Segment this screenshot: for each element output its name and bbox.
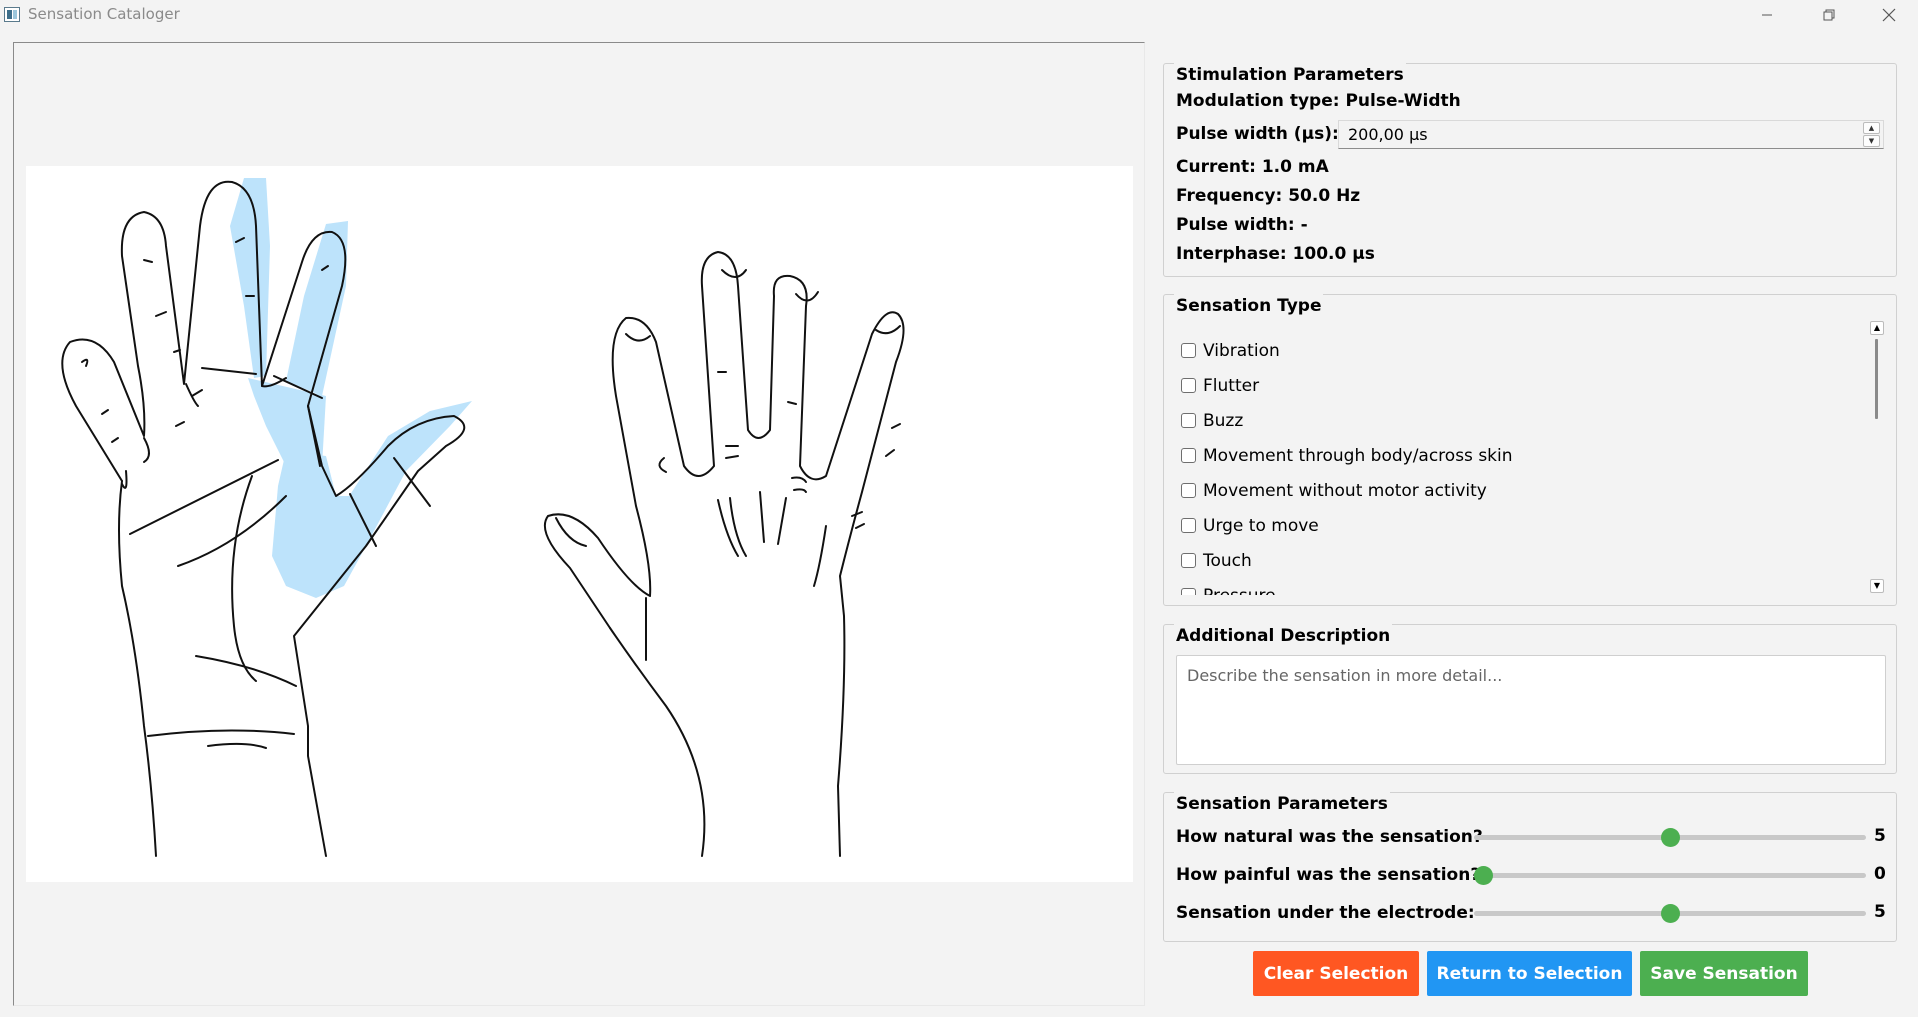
- pulse-width-spinbox[interactable]: 200,00 μs ▲ ▼: [1338, 120, 1884, 149]
- painful-slider[interactable]: [1474, 865, 1866, 885]
- save-sensation-button[interactable]: Save Sensation: [1640, 951, 1808, 996]
- spin-down-arrow-icon[interactable]: ▼: [1863, 135, 1880, 147]
- natural-slider-label: How natural was the sensation?: [1176, 827, 1483, 847]
- electrode-slider-label: Sensation under the electrode:: [1176, 903, 1475, 923]
- sensation-parameters-title: Sensation Parameters: [1174, 792, 1390, 816]
- minimize-icon: [1762, 14, 1772, 16]
- window-title: Sensation Cataloger: [28, 5, 180, 23]
- scroll-up-arrow-icon[interactable]: ▲: [1870, 321, 1884, 335]
- checkbox-box[interactable]: [1181, 518, 1196, 533]
- checkbox-flutter[interactable]: Flutter: [1178, 368, 1858, 403]
- painful-slider-label: How painful was the sensation?: [1176, 865, 1481, 885]
- checkbox-label[interactable]: Touch: [1203, 551, 1252, 571]
- pulse-width-value[interactable]: 200,00 μs: [1348, 125, 1428, 144]
- checkbox-buzz[interactable]: Buzz: [1178, 403, 1858, 438]
- checkbox-box[interactable]: [1181, 588, 1196, 595]
- slider-handle[interactable]: [1661, 904, 1680, 923]
- sensation-type-list: Vibration Flutter Buzz Movement through …: [1178, 333, 1858, 595]
- modulation-type-label: Modulation type: Pulse-Width: [1176, 91, 1461, 111]
- title-bar: Sensation Cataloger: [0, 0, 1918, 30]
- app-icon: [4, 7, 20, 22]
- pulse-width-label: Pulse width (μs):: [1176, 124, 1339, 144]
- pulse-width-readout: Pulse width: -: [1176, 215, 1308, 235]
- checkbox-box[interactable]: [1181, 448, 1196, 463]
- checkbox-movement-without-motor[interactable]: Movement without motor activity: [1178, 473, 1858, 508]
- scroll-down-arrow-icon[interactable]: ▼: [1870, 579, 1884, 593]
- checkbox-box[interactable]: [1181, 483, 1196, 498]
- additional-description-title: Additional Description: [1174, 624, 1393, 648]
- restore-icon: [1823, 9, 1835, 21]
- checkbox-label[interactable]: Pressure: [1203, 586, 1276, 596]
- sensation-type-title: Sensation Type: [1174, 294, 1324, 318]
- checkbox-box[interactable]: [1181, 553, 1196, 568]
- natural-slider[interactable]: [1474, 827, 1866, 847]
- description-textarea[interactable]: Describe the sensation in more detail...: [1176, 655, 1886, 765]
- clear-selection-button[interactable]: Clear Selection: [1253, 951, 1419, 996]
- electrode-slider[interactable]: [1474, 903, 1866, 923]
- stimulation-parameters-title: Stimulation Parameters: [1174, 63, 1406, 87]
- checkbox-label[interactable]: Urge to move: [1203, 516, 1319, 536]
- checkbox-label[interactable]: Vibration: [1203, 341, 1280, 361]
- checkbox-box[interactable]: [1181, 343, 1196, 358]
- slider-track[interactable]: [1474, 873, 1866, 878]
- checkbox-label[interactable]: Buzz: [1203, 411, 1243, 431]
- hand-map-canvas[interactable]: [26, 166, 1133, 882]
- hand-canvas-frame: [13, 42, 1145, 1006]
- sensation-parameters-group: Sensation Parameters How natural was the…: [1163, 792, 1897, 942]
- return-to-selection-button[interactable]: Return to Selection: [1427, 951, 1632, 996]
- frequency-readout: Frequency: 50.0 Hz: [1176, 186, 1361, 206]
- slider-handle[interactable]: [1474, 866, 1493, 885]
- additional-description-group: Additional Description Describe the sens…: [1163, 624, 1897, 774]
- scrollbar-thumb[interactable]: [1875, 339, 1878, 419]
- current-readout: Current: 1.0 mA: [1176, 157, 1329, 177]
- spin-up-arrow-icon[interactable]: ▲: [1863, 122, 1880, 134]
- checkbox-vibration[interactable]: Vibration: [1178, 333, 1858, 368]
- restore-button[interactable]: [1806, 0, 1852, 30]
- checkbox-movement-through-body[interactable]: Movement through body/across skin: [1178, 438, 1858, 473]
- hand-map-svg: [61, 178, 905, 857]
- dorsal-hand-outline: [543, 251, 905, 857]
- checkbox-label[interactable]: Movement through body/across skin: [1203, 446, 1513, 466]
- electrode-slider-value: 5: [1874, 902, 1886, 922]
- close-button[interactable]: [1866, 0, 1912, 30]
- checkbox-label[interactable]: Flutter: [1203, 376, 1259, 396]
- checkbox-touch[interactable]: Touch: [1178, 543, 1858, 578]
- interphase-readout: Interphase: 100.0 μs: [1176, 244, 1375, 264]
- minimize-button[interactable]: [1744, 0, 1790, 30]
- checkbox-urge-to-move[interactable]: Urge to move: [1178, 508, 1858, 543]
- sensation-type-scrollbar[interactable]: ▲ ▼: [1868, 321, 1884, 593]
- description-placeholder[interactable]: Describe the sensation in more detail...: [1187, 666, 1502, 685]
- sensation-type-group: Sensation Type Vibration Flutter Buzz Mo…: [1163, 294, 1897, 606]
- checkbox-box[interactable]: [1181, 413, 1196, 428]
- checkbox-pressure[interactable]: Pressure: [1178, 578, 1858, 595]
- stimulation-parameters-group: Stimulation Parameters Modulation type: …: [1163, 63, 1897, 277]
- close-icon: [1882, 8, 1896, 22]
- selected-region[interactable]: [230, 178, 472, 598]
- checkbox-box[interactable]: [1181, 378, 1196, 393]
- checkbox-label[interactable]: Movement without motor activity: [1203, 481, 1487, 501]
- natural-slider-value: 5: [1874, 826, 1886, 846]
- slider-handle[interactable]: [1661, 828, 1680, 847]
- painful-slider-value: 0: [1874, 864, 1886, 884]
